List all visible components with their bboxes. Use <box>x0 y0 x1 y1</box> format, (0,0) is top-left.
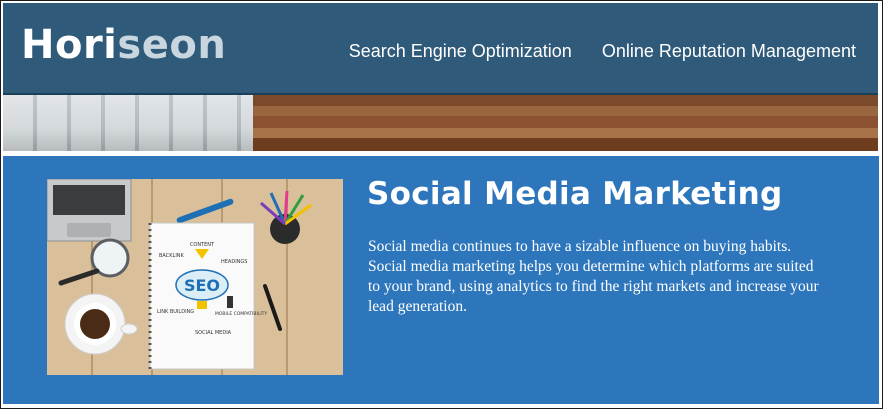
wood-plank <box>253 138 878 151</box>
notebook-label-headings: HEADINGS <box>221 259 247 265</box>
section-description: Social media continues to have a sizable… <box>368 238 819 315</box>
notebook-label-backlink: BACKLINK <box>159 253 185 259</box>
laptop-icon <box>47 179 132 242</box>
seo-notebook: SEO CONTENT BACKLINK HEADINGS LINK BUILD… <box>148 222 267 370</box>
logo-part-2: seon <box>117 22 227 68</box>
nav-link-seo[interactable]: Search Engine Optimization <box>349 41 572 62</box>
notebook-label-content: CONTENT <box>190 242 215 248</box>
logo-part-1: Hori <box>21 22 118 68</box>
nav-link-reputation[interactable]: Online Reputation Management <box>602 41 856 62</box>
section-title: Social Media Marketing <box>367 176 783 212</box>
notebook-label-social: SOCIAL MEDIA <box>195 330 232 336</box>
content-section: SEO CONTENT BACKLINK HEADINGS LINK BUILD… <box>3 156 879 404</box>
hero-window <box>3 95 253 151</box>
site-header: Horiseon Search Engine Optimization Onli… <box>3 3 878 95</box>
logo[interactable]: Horiseon <box>21 25 226 65</box>
notebook-label-link-building: LINK BUILDING <box>157 309 194 315</box>
hero-image <box>3 95 878 151</box>
hand-icon <box>197 301 207 309</box>
main-nav: Search Engine Optimization Online Reputa… <box>349 41 856 62</box>
social-media-marketing-image: SEO CONTENT BACKLINK HEADINGS LINK BUILD… <box>47 179 343 375</box>
seo-label: SEO <box>184 276 220 295</box>
phone-icon <box>227 296 233 308</box>
notebook-label-mobile: MOBILE COMPATIBILITY <box>215 311 267 317</box>
